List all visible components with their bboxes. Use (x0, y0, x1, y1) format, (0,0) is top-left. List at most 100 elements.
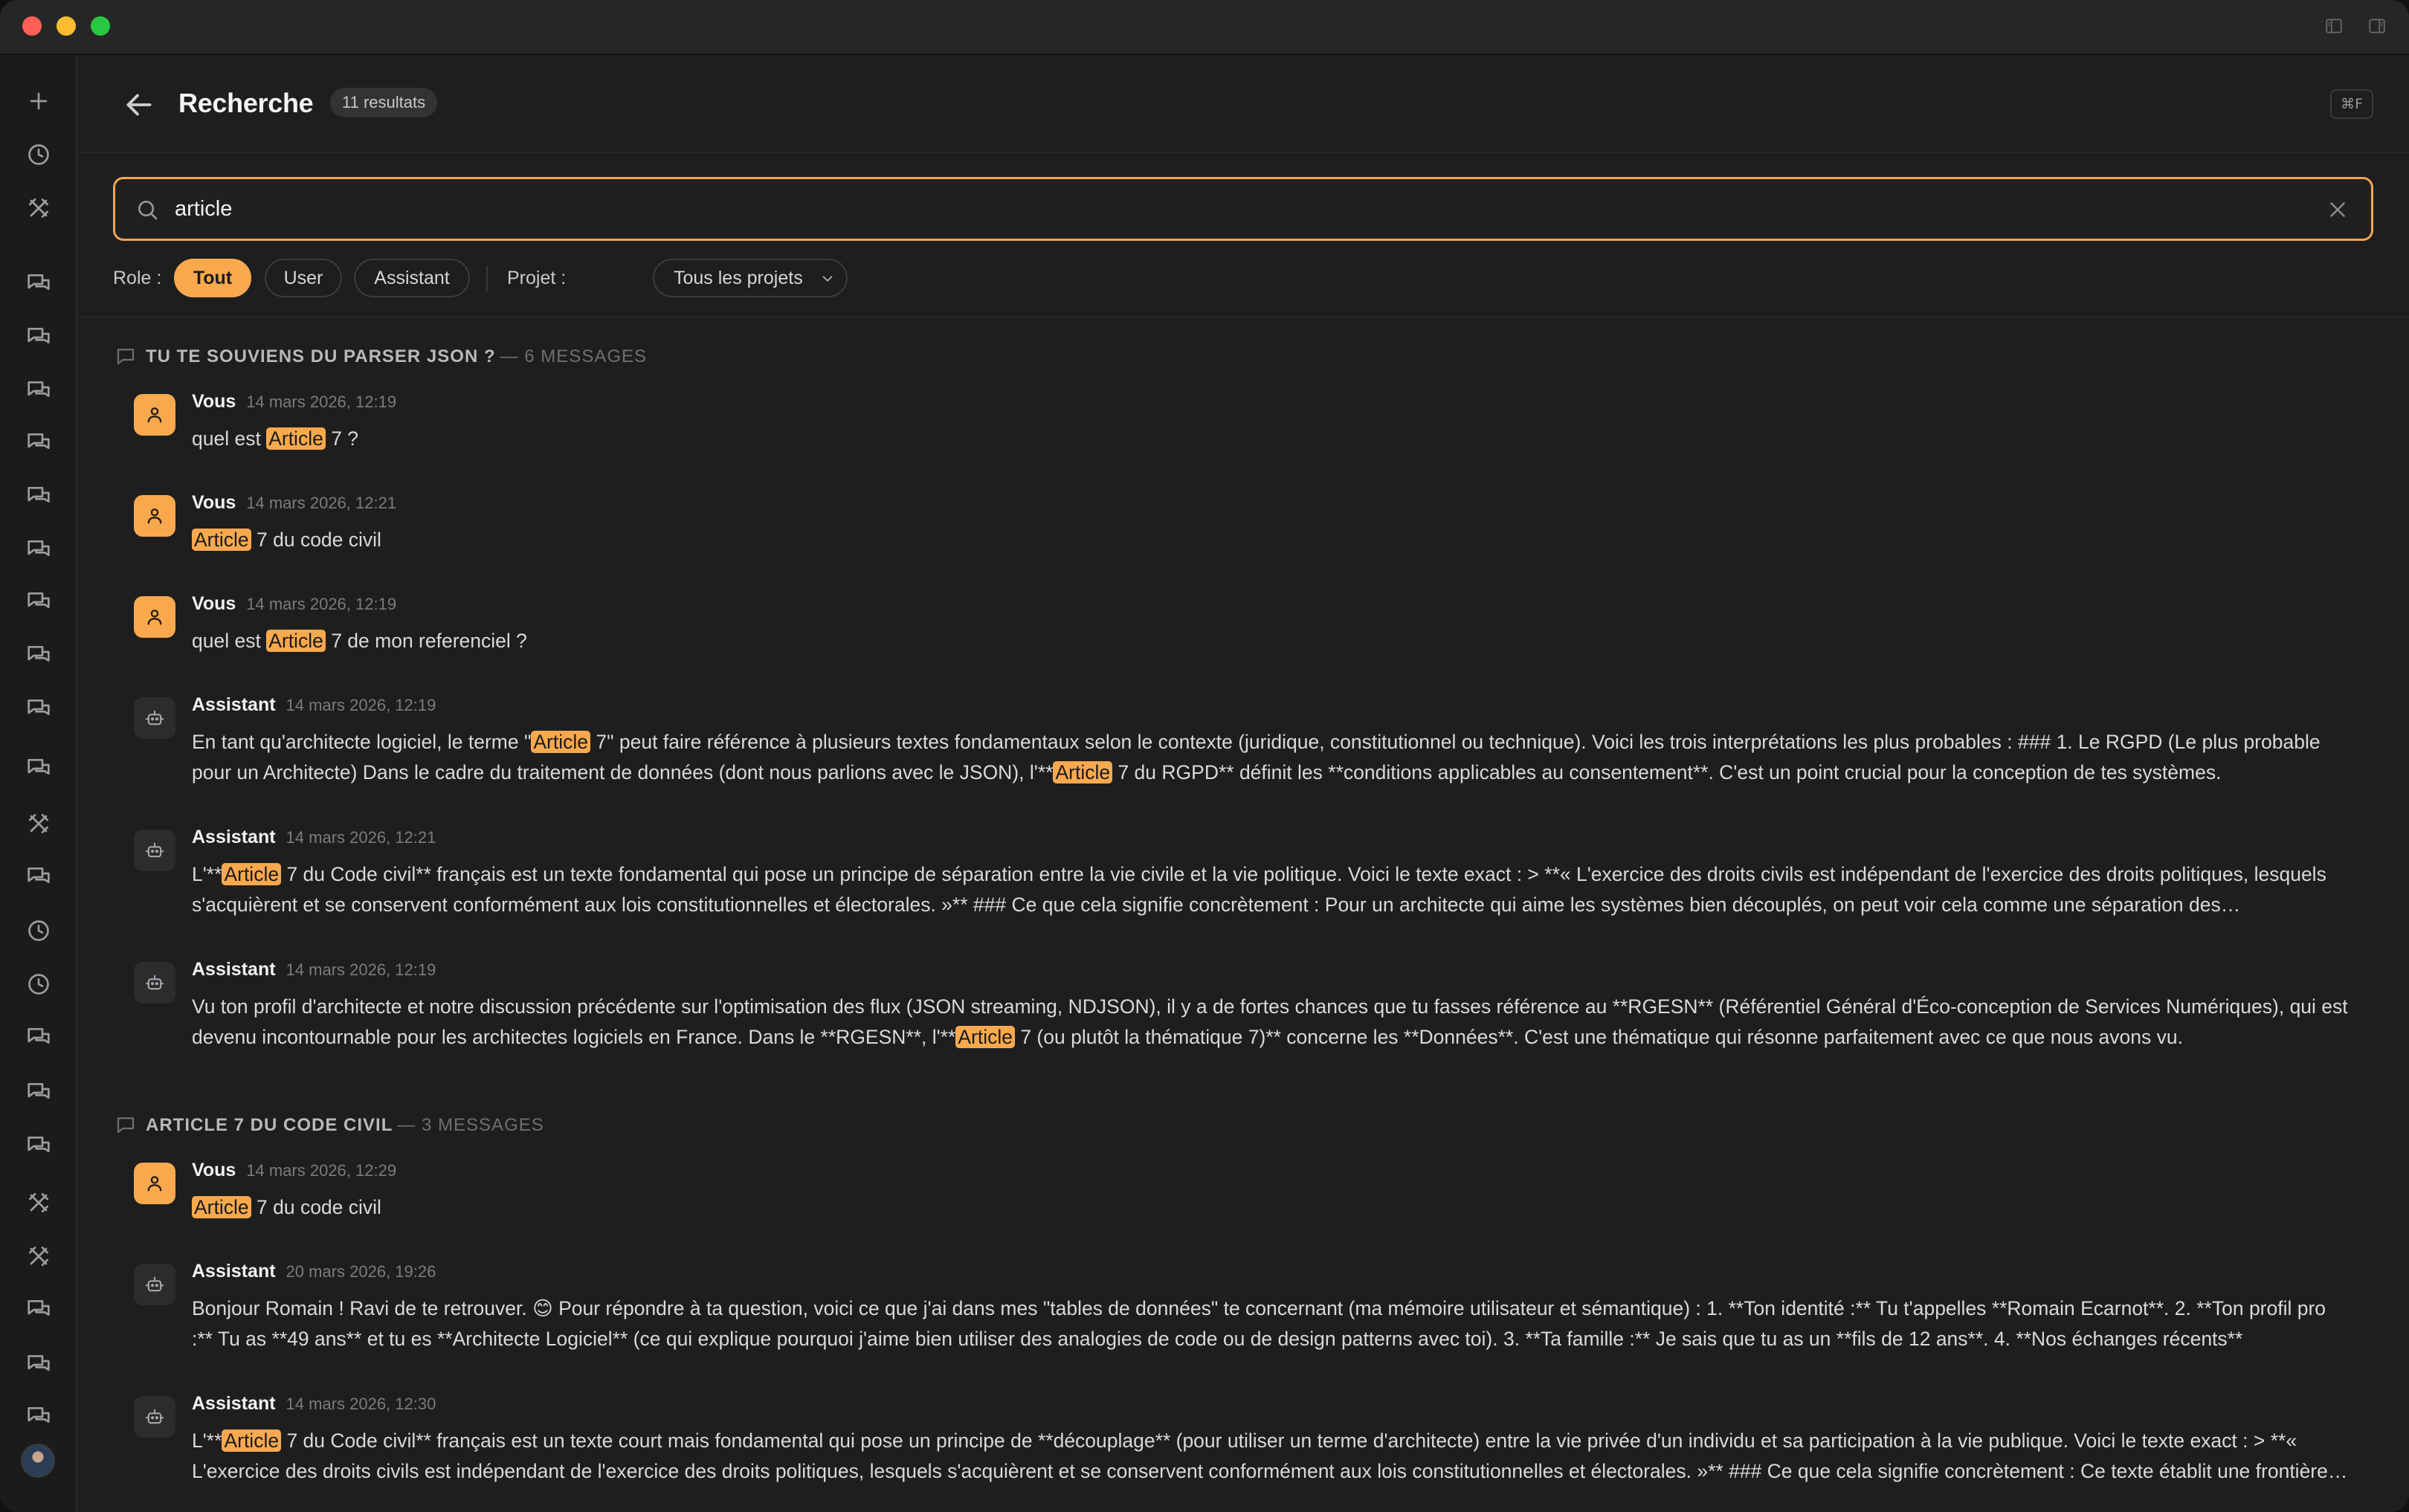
search-box (113, 177, 2373, 241)
message-timestamp: 14 mars 2026, 12:19 (246, 595, 397, 613)
message-timestamp: 14 mars 2026, 12:21 (286, 828, 436, 847)
user-icon (134, 495, 175, 537)
match-highlight: Article (266, 630, 326, 652)
message-count: — 6 MESSAGES (500, 346, 648, 366)
chat-icon[interactable] (24, 323, 54, 352)
robot-icon (134, 1264, 175, 1305)
message-meta: Assistant 14 mars 2026, 12:21 (192, 827, 436, 852)
message-meta: Assistant 20 mars 2026, 19:26 (192, 1261, 436, 1286)
clear-search-icon[interactable] (2325, 197, 2350, 222)
message-timestamp: 14 mars 2026, 12:29 (246, 1161, 397, 1180)
page-title: Recherche (178, 88, 314, 118)
project-select[interactable]: Tous les projets (653, 259, 848, 297)
match-highlight: Article (955, 1026, 1015, 1048)
tools-icon[interactable] (24, 1188, 54, 1218)
search-input[interactable] (175, 190, 2301, 228)
chat-bubble-icon (115, 345, 137, 367)
message-meta: Vous 14 mars 2026, 12:29 (192, 1160, 396, 1185)
app-window: Recherche 11 resultats ⌘F Role : Tout Us… (0, 0, 2409, 1512)
role-filter-all[interactable]: Tout (174, 259, 251, 297)
message-count: — 3 MESSAGES (397, 1115, 544, 1135)
clock-icon[interactable] (24, 969, 54, 999)
message-author: Assistant (192, 959, 276, 980)
match-highlight: Article (192, 529, 251, 551)
match-highlight: Article (222, 863, 282, 885)
zoom-window-button[interactable] (91, 16, 110, 36)
message-meta: Assistant 14 mars 2026, 12:19 (192, 959, 436, 984)
robot-icon (134, 830, 175, 871)
project-filter-label: Projet : (507, 268, 567, 288)
robot-icon (134, 962, 175, 1004)
chat-icon[interactable] (24, 482, 54, 511)
message-author: Assistant (192, 694, 276, 715)
plus-icon[interactable] (24, 86, 54, 116)
message-snippet: Article 7 du code civil (192, 1192, 2348, 1223)
message-timestamp: 14 mars 2026, 12:30 (286, 1395, 436, 1413)
chat-icon[interactable] (24, 428, 54, 458)
divider (77, 317, 2409, 318)
chat-icon[interactable] (24, 694, 54, 724)
message-meta: Vous 14 mars 2026, 12:21 (192, 492, 396, 517)
message-author: Vous (192, 1160, 236, 1180)
robot-icon (134, 697, 175, 739)
filter-bar: Role : Tout User Assistant Projet : Tous… (113, 257, 1154, 299)
message-snippet: L'** Article 7 du Code civil** français e… (192, 863, 2326, 916)
message-snippet: quel est Article 7 ? (192, 427, 359, 450)
message-meta: Assistant 14 mars 2026, 12:19 (192, 694, 436, 720)
message-author: Assistant (192, 1261, 276, 1282)
robot-icon (134, 1396, 175, 1438)
minimize-window-button[interactable] (57, 16, 76, 36)
match-highlight: Article (531, 731, 591, 753)
role-filter-label: Role : (113, 268, 162, 288)
tools-icon[interactable] (24, 1241, 54, 1271)
toggle-right-sidebar-icon[interactable] (2367, 16, 2387, 36)
left-rail (0, 56, 77, 1512)
tools-icon[interactable] (24, 809, 54, 839)
chat-icon[interactable] (24, 376, 54, 406)
title-bar (0, 0, 2409, 55)
user-icon (134, 596, 175, 638)
message-author: Assistant (192, 827, 276, 847)
match-highlight: Article (266, 427, 326, 450)
chat-icon[interactable] (24, 862, 54, 892)
toggle-left-sidebar-icon[interactable] (2324, 16, 2344, 36)
chat-icon[interactable] (24, 641, 54, 671)
role-filter-user[interactable]: User (265, 259, 342, 297)
clock-icon[interactable] (24, 140, 54, 169)
message-timestamp: 14 mars 2026, 12:21 (246, 494, 397, 512)
conversation-title: TU TE SOUVIENS DU PARSER JSON ? — 6 MESSA… (146, 346, 648, 366)
message-snippet: En tant qu'architecte logiciel, le terme… (192, 731, 2321, 784)
match-highlight: Article (222, 1429, 282, 1452)
avatar[interactable] (21, 1444, 55, 1478)
message-snippet: Vu ton profil d'architecte et notre disc… (192, 995, 2348, 1048)
message-author: Assistant (192, 1393, 276, 1414)
shortcut-hint: ⌘F (2330, 89, 2373, 119)
chat-icon[interactable] (24, 754, 54, 784)
chat-icon[interactable] (24, 1402, 54, 1432)
role-filter-assistant[interactable]: Assistant (354, 259, 470, 297)
message-meta: Vous 14 mars 2026, 12:19 (192, 391, 396, 416)
chevron-down-icon (819, 271, 836, 287)
message-author: Vous (192, 492, 236, 513)
chat-icon[interactable] (24, 1350, 54, 1380)
chat-bubble-icon (115, 1114, 137, 1136)
chat-icon[interactable] (24, 1295, 54, 1325)
conversation-title: ARTICLE 7 DU CODE CIVIL — 3 MESSAGES (146, 1115, 544, 1135)
user-icon (134, 1163, 175, 1204)
search-icon (135, 197, 160, 222)
message-author: Vous (192, 593, 236, 614)
message-meta: Assistant 14 mars 2026, 12:30 (192, 1393, 436, 1418)
match-highlight: Article (192, 1196, 251, 1218)
message-snippet: Article 7 du code civil (192, 525, 2348, 555)
tools-icon[interactable] (24, 193, 54, 223)
close-window-button[interactable] (22, 16, 42, 36)
message-snippet: Bonjour Romain ! Ravi de te retrouver. 😊… (192, 1297, 2326, 1350)
chat-icon[interactable] (24, 269, 54, 299)
chat-icon[interactable] (24, 1078, 54, 1108)
chat-icon[interactable] (24, 587, 54, 617)
chat-icon[interactable] (24, 1131, 54, 1161)
back-arrow-icon[interactable] (120, 86, 158, 123)
chat-icon[interactable] (24, 535, 54, 565)
clock-icon[interactable] (24, 916, 54, 946)
chat-icon[interactable] (24, 1023, 54, 1053)
